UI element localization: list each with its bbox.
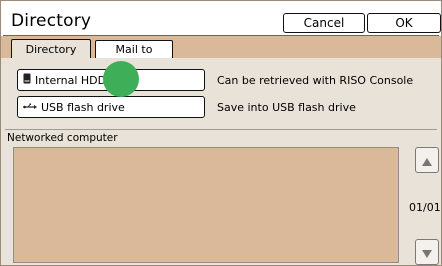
cancel-button[interactable]: Cancel <box>283 13 365 33</box>
triangle-down-icon <box>422 243 432 262</box>
tab-strip: Directory Mail to <box>1 36 441 59</box>
scroll-down-button[interactable] <box>415 239 439 265</box>
usb-flash-drive-description: Save into USB flash drive <box>217 101 356 114</box>
tab-directory[interactable]: Directory <box>11 39 91 59</box>
dialog-title: Directory <box>11 11 92 31</box>
internal-hdd-label: Internal HDD <box>35 73 107 87</box>
usb-icon <box>23 101 37 114</box>
ok-button[interactable]: OK <box>367 13 441 33</box>
triangle-up-icon <box>422 151 432 170</box>
page-indicator: 01/01 <box>409 201 441 214</box>
usb-flash-drive-button[interactable]: USB flash drive <box>17 96 205 118</box>
usb-flash-drive-label: USB flash drive <box>41 100 125 114</box>
hdd-icon <box>23 73 31 87</box>
networked-computer-list[interactable] <box>13 147 399 263</box>
scroll-up-button[interactable] <box>415 147 439 173</box>
networked-computer-header: Networked computer <box>5 129 437 148</box>
touch-cursor-indicator <box>103 61 139 97</box>
directory-dialog: Directory Cancel OK Directory Mail to In… <box>0 0 442 266</box>
internal-hdd-description: Can be retrieved with RISO Console <box>217 74 414 87</box>
tab-mail-to[interactable]: Mail to <box>95 40 173 58</box>
networked-computer-label: Networked computer <box>7 132 118 144</box>
